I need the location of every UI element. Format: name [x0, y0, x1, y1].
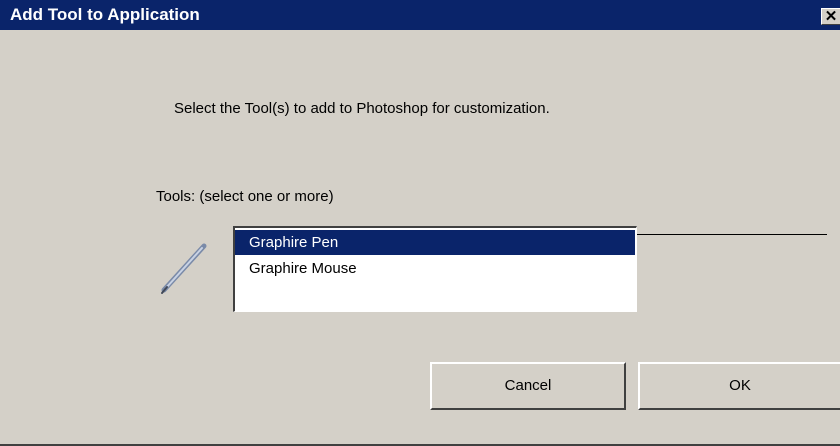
add-tool-dialog: Add Tool to Application ✕ Select the Too… — [0, 0, 840, 446]
instruction-text: Select the Tool(s) to add to Photoshop f… — [174, 100, 550, 117]
ok-button[interactable]: OK — [638, 362, 840, 410]
list-item-graphire-pen[interactable]: Graphire Pen — [235, 230, 635, 255]
title-bar[interactable]: Add Tool to Application ✕ — [0, 0, 840, 30]
close-button[interactable]: ✕ — [821, 8, 840, 25]
close-icon: ✕ — [824, 8, 838, 25]
list-item-graphire-mouse[interactable]: Graphire Mouse — [235, 256, 635, 281]
tools-label: Tools: (select one or more) — [156, 188, 334, 205]
dialog-title: Add Tool to Application — [10, 5, 200, 24]
cancel-button[interactable]: Cancel — [430, 362, 626, 410]
leader-line — [637, 234, 827, 235]
tools-listbox[interactable]: Graphire Pen Graphire Mouse — [233, 226, 637, 312]
pen-icon — [161, 243, 207, 294]
